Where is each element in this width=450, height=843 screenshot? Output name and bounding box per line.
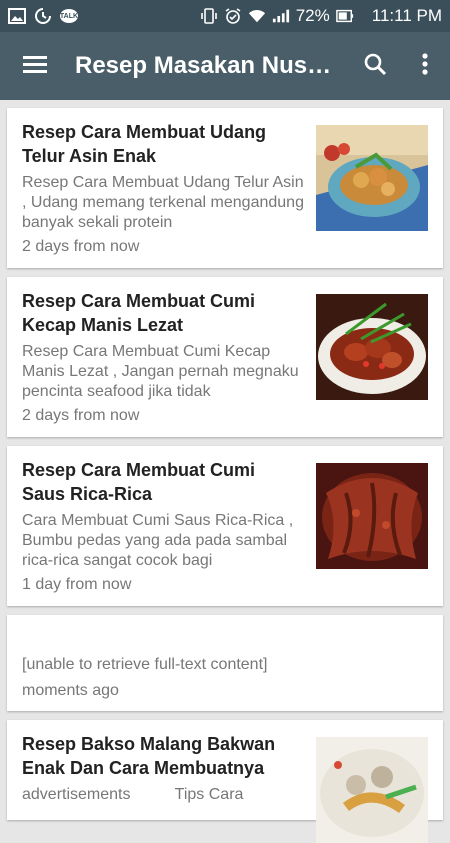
card-time: 2 days from now xyxy=(22,238,140,255)
card-time: 2 days from now xyxy=(22,407,140,424)
signal-icon xyxy=(272,7,290,25)
battery-icon xyxy=(335,7,354,25)
vibrate-icon xyxy=(200,7,218,25)
hamburger-menu-icon xyxy=(22,54,48,79)
app-bar: Resep Masakan Nusa... xyxy=(0,32,450,100)
card-title: Resep Cara Membuat Udang Telur Asin Enak xyxy=(22,122,267,166)
card-title: Resep Cara Membuat Cumi Kecap Manis Leza… xyxy=(22,291,256,335)
status-bar: TALK 72% 11:11 PM xyxy=(0,0,450,32)
card-description: Resep Cara Membuat Udang Telur Asin , Ud… xyxy=(22,174,304,231)
clock-time: 11:11 PM xyxy=(371,6,442,25)
talk-icon: TALK xyxy=(60,9,78,23)
feed-card[interactable]: [unable to retrieve full-text content] m… xyxy=(7,615,443,711)
image-icon xyxy=(8,7,26,25)
card-time: 1 day from now xyxy=(22,576,132,593)
card-description: [unable to retrieve full-text content] xyxy=(22,656,268,673)
menu-button[interactable] xyxy=(0,32,70,100)
app-title: Resep Masakan Nusa... xyxy=(75,52,340,79)
card-thumbnail xyxy=(316,294,428,400)
feed-card[interactable]: Resep Cara Membuat Cumi Saus Rica-Rica C… xyxy=(7,446,443,606)
feed-card[interactable]: Resep Cara Membuat Cumi Kecap Manis Leza… xyxy=(7,277,443,437)
more-vert-icon xyxy=(421,52,429,81)
status-right: 72% 11:11 PM xyxy=(200,6,442,26)
feed-card[interactable]: Resep Bakso Malang Bakwan Enak Dan Cara … xyxy=(7,720,443,843)
card-time: moments ago xyxy=(22,682,119,699)
card-description: Resep Cara Membuat Cumi Kecap Manis Leza… xyxy=(22,343,299,400)
more-options-button[interactable] xyxy=(400,32,450,100)
card-thumbnail xyxy=(316,125,428,231)
feed-card[interactable]: Resep Cara Membuat Udang Telur Asin Enak… xyxy=(7,108,443,268)
search-icon xyxy=(363,52,387,81)
card-description: advertisements Tips Cara xyxy=(22,786,244,803)
status-left-icons: TALK xyxy=(8,7,78,25)
card-thumbnail xyxy=(316,737,428,843)
card-title: Resep Cara Membuat Cumi Saus Rica-Rica xyxy=(22,460,256,504)
sync-icon xyxy=(34,7,52,25)
card-thumbnail xyxy=(316,463,428,569)
alarm-icon xyxy=(224,7,242,25)
search-button[interactable] xyxy=(350,32,400,100)
card-description: Cara Membuat Cumi Saus Rica-Rica , Bumbu… xyxy=(22,512,294,569)
battery-percent: 72% xyxy=(295,6,330,25)
wifi-icon xyxy=(248,7,266,25)
card-title: Resep Bakso Malang Bakwan Enak Dan Cara … xyxy=(22,734,276,778)
